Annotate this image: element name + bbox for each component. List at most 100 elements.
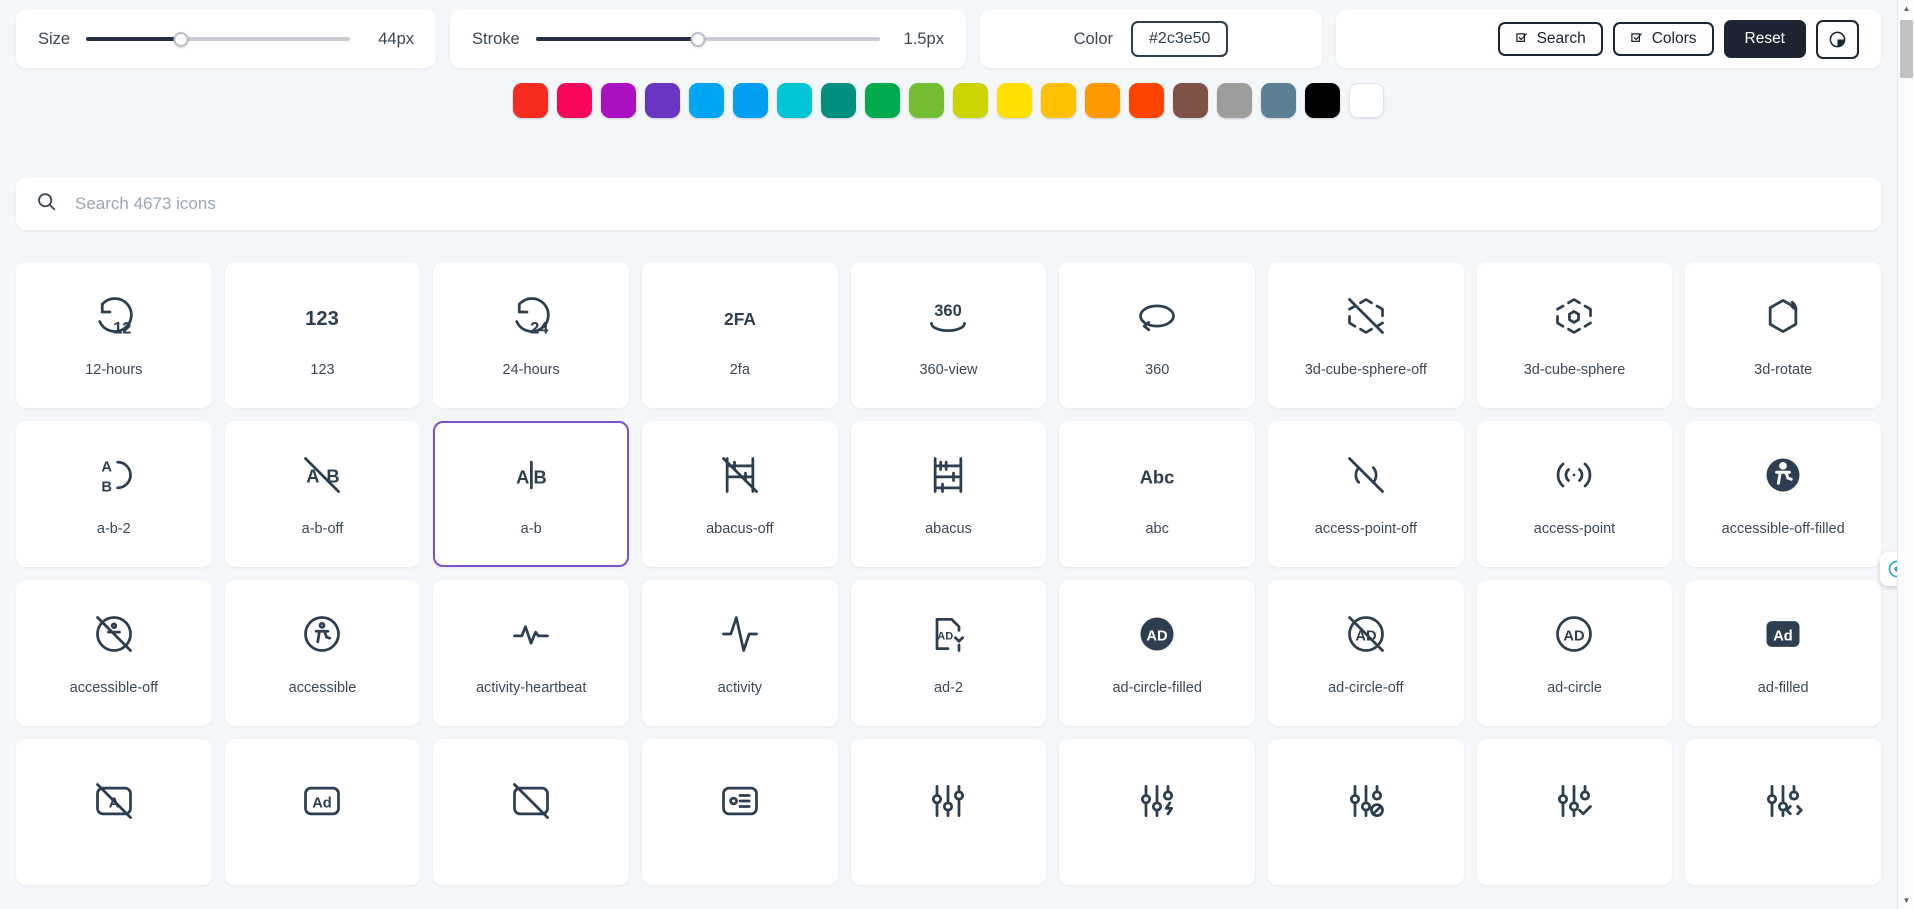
icon-card-label: access-point <box>1528 522 1621 538</box>
adj-icon <box>926 776 970 826</box>
svg-text:Ad: Ad <box>313 795 333 811</box>
icon-card-row4-30[interactable] <box>642 739 838 885</box>
icon-card-ad-circle-off[interactable]: ADad-circle-off <box>1268 580 1464 726</box>
abc-icon: Abc <box>1135 450 1179 500</box>
svg-text:2FA: 2FA <box>724 309 756 329</box>
icon-card-abc[interactable]: Abc abc <box>1059 421 1255 567</box>
theme-toggle-button[interactable] <box>1816 20 1859 59</box>
search-input[interactable] <box>75 194 1861 214</box>
icon-card-3d-cube-sphere[interactable]: 3d-cube-sphere <box>1477 262 1673 408</box>
icon-card-abacus[interactable]: abacus <box>851 421 1047 567</box>
search-toggle-button[interactable]: Search <box>1498 22 1603 56</box>
icon-card-a-b[interactable]: ABa-b <box>433 421 629 567</box>
icon-card-a-b-off[interactable]: ABa-b-off <box>225 421 421 567</box>
stroke-slider[interactable] <box>536 30 880 48</box>
icon-card-row4-33[interactable] <box>1268 739 1464 885</box>
icon-card-access-point-off[interactable]: access-point-off <box>1268 421 1464 567</box>
icon-card-ad-2[interactable]: ADad-2 <box>851 580 1047 726</box>
icon-card-row4-28[interactable]: Ad <box>225 739 421 885</box>
icon-card-12-hours[interactable]: 1212-hours <box>16 262 212 408</box>
icon-card-abacus-off[interactable]: abacus-off <box>642 421 838 567</box>
size-slider[interactable] <box>86 30 350 48</box>
contrast-circle-icon <box>1828 30 1847 49</box>
color-swatch-9[interactable] <box>909 83 944 118</box>
icon-grid: 1212-hours 123 123 2424-hours 2FA 2fa 360360-v… <box>16 262 1881 909</box>
color-swatch-17[interactable] <box>1261 83 1296 118</box>
rotate3d-icon <box>1761 291 1805 341</box>
heartbeat-icon <box>509 609 553 659</box>
color-hex-input[interactable]: #2c3e50 <box>1131 21 1228 57</box>
icon-card-row4-34[interactable] <box>1477 739 1673 885</box>
icon-card-label: ad-circle-off <box>1322 681 1409 697</box>
icon-card-access-point[interactable]: access-point <box>1477 421 1673 567</box>
color-swatch-11[interactable] <box>997 83 1032 118</box>
icon-card-2fa[interactable]: 2FA 2fa <box>642 262 838 408</box>
adfilled-icon: Ad <box>1761 609 1805 659</box>
scroll-up-arrow-icon[interactable]: ▲ <box>1898 0 1914 17</box>
stroke-slider-thumb[interactable] <box>690 32 705 47</box>
icon-card-row4-31[interactable] <box>851 739 1047 885</box>
icon-card-label: accessible-off-filled <box>1716 522 1851 538</box>
icon-card-row4-32[interactable] <box>1059 739 1255 885</box>
color-swatch-14[interactable] <box>1129 83 1164 118</box>
abacus-icon <box>926 450 970 500</box>
icon-card-123[interactable]: 123 123 <box>225 262 421 408</box>
color-swatch-2[interactable] <box>601 83 636 118</box>
color-swatch-10[interactable] <box>953 83 988 118</box>
color-swatch-18[interactable] <box>1305 83 1340 118</box>
icon-card-row4-35[interactable] <box>1685 739 1881 885</box>
adcircle-icon: AD <box>1552 609 1596 659</box>
icon-card-3d-rotate[interactable]: 3d-rotate <box>1685 262 1881 408</box>
page-scrollbar[interactable]: ▲ ▼ <box>1897 0 1914 909</box>
icon-card-row4-29[interactable] <box>433 739 629 885</box>
n360view-icon: 360 <box>926 291 970 341</box>
reset-label: Reset <box>1745 31 1786 47</box>
size-slider-thumb[interactable] <box>174 32 189 47</box>
icon-card-360-view[interactable]: 360360-view <box>851 262 1047 408</box>
adjcode-icon <box>1761 776 1805 826</box>
svg-text:A: A <box>516 466 529 487</box>
color-swatch-12[interactable] <box>1041 83 1076 118</box>
ads-icon <box>718 776 762 826</box>
icon-card-label: ad-filled <box>1752 681 1815 697</box>
stroke-label: Stroke <box>472 30 520 49</box>
color-swatch-6[interactable] <box>777 83 812 118</box>
color-swatch-5[interactable] <box>733 83 768 118</box>
color-swatch-19[interactable] <box>1349 83 1384 118</box>
color-swatch-16[interactable] <box>1217 83 1252 118</box>
icon-card-accessible[interactable]: accessible <box>225 580 421 726</box>
color-swatch-7[interactable] <box>821 83 856 118</box>
color-swatch-3[interactable] <box>645 83 680 118</box>
scroll-down-arrow-icon[interactable]: ▼ <box>1898 892 1914 909</box>
color-swatch-15[interactable] <box>1173 83 1208 118</box>
svg-text:123: 123 <box>306 308 340 330</box>
reset-button[interactable]: Reset <box>1724 20 1807 58</box>
color-swatch-1[interactable] <box>557 83 592 118</box>
hours12-icon: 12 <box>92 291 136 341</box>
icon-card-accessible-off[interactable]: accessible-off <box>16 580 212 726</box>
icon-card-a-b-2[interactable]: ABa-b-2 <box>16 421 212 567</box>
icon-card-accessible-off-filled[interactable]: accessible-off-filled <box>1685 421 1881 567</box>
icon-card-label: ad-2 <box>928 681 969 697</box>
icon-card-activity[interactable]: activity <box>642 580 838 726</box>
abacusoff-icon <box>718 450 762 500</box>
icon-card-activity-heartbeat[interactable]: activity-heartbeat <box>433 580 629 726</box>
icon-card-ad-circle[interactable]: ADad-circle <box>1477 580 1673 726</box>
icon-card-label: 2fa <box>724 363 756 379</box>
icon-card-360[interactable]: 360 <box>1059 262 1255 408</box>
icon-card-label: abc <box>1139 522 1174 538</box>
icon-card-3d-cube-sphere-off[interactable]: 3d-cube-sphere-off <box>1268 262 1464 408</box>
color-swatch-13[interactable] <box>1085 83 1120 118</box>
icon-card-ad-filled[interactable]: Ad ad-filled <box>1685 580 1881 726</box>
colors-toggle-button[interactable]: Colors <box>1613 22 1714 56</box>
size-slider-fill <box>86 37 181 41</box>
color-swatch-8[interactable] <box>865 83 900 118</box>
color-swatch-0[interactable] <box>513 83 548 118</box>
icon-card-24-hours[interactable]: 2424-hours <box>433 262 629 408</box>
icon-card-row4-27[interactable]: A <box>16 739 212 885</box>
scrollbar-thumb[interactable] <box>1900 20 1913 78</box>
icon-card-ad-circle-filled[interactable]: ADad-circle-filled <box>1059 580 1255 726</box>
color-swatch-4[interactable] <box>689 83 724 118</box>
icon-card-label: 123 <box>304 363 340 379</box>
colors-toggle-label: Colors <box>1652 31 1697 47</box>
